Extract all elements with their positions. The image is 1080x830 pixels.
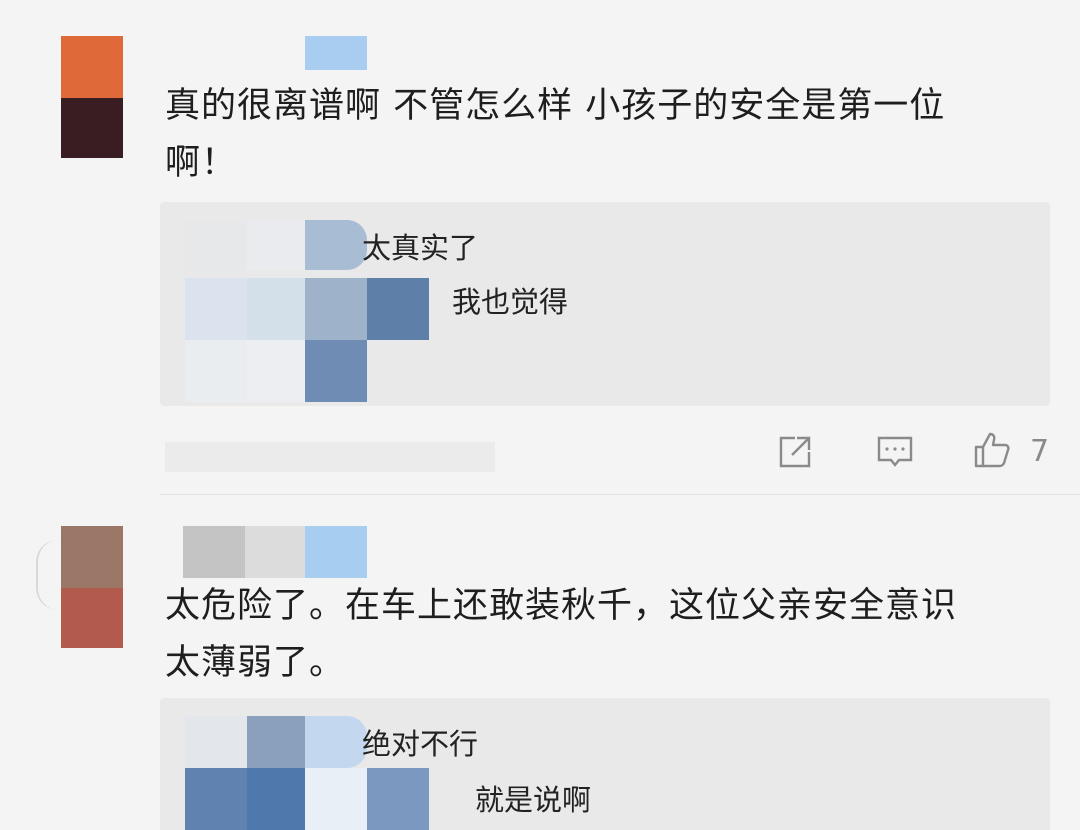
avatar-ring xyxy=(36,540,58,610)
reply-item: 太真实了 xyxy=(362,231,479,265)
avatar[interactable] xyxy=(61,36,123,158)
reply-item: 绝对不行 xyxy=(362,727,479,761)
avatar[interactable] xyxy=(61,526,123,648)
replies-panel: 绝对不行 就是说啊 xyxy=(160,698,1050,830)
divider xyxy=(160,494,1080,495)
timestamp-mosaic xyxy=(165,442,495,472)
comment-text: 真的很离谱啊 不管怎么样 小孩子的安全是第一位 啊！ xyxy=(165,86,946,183)
reply-item: 我也觉得 xyxy=(452,285,569,319)
comment-icon[interactable] xyxy=(875,432,915,472)
reply-item: 就是说啊 xyxy=(475,783,592,817)
like-count: 7 xyxy=(1030,434,1050,469)
share-icon[interactable] xyxy=(775,432,815,472)
thumbs-up-icon[interactable] xyxy=(972,430,1012,470)
replies-panel: 太真实了 我也觉得 xyxy=(160,202,1050,406)
username-mosaic xyxy=(305,36,367,70)
username-mosaic xyxy=(183,526,367,578)
comment-text: 太危险了。在车上还敢装秋千，这位父亲安全意识 太薄弱了。 xyxy=(165,586,958,683)
